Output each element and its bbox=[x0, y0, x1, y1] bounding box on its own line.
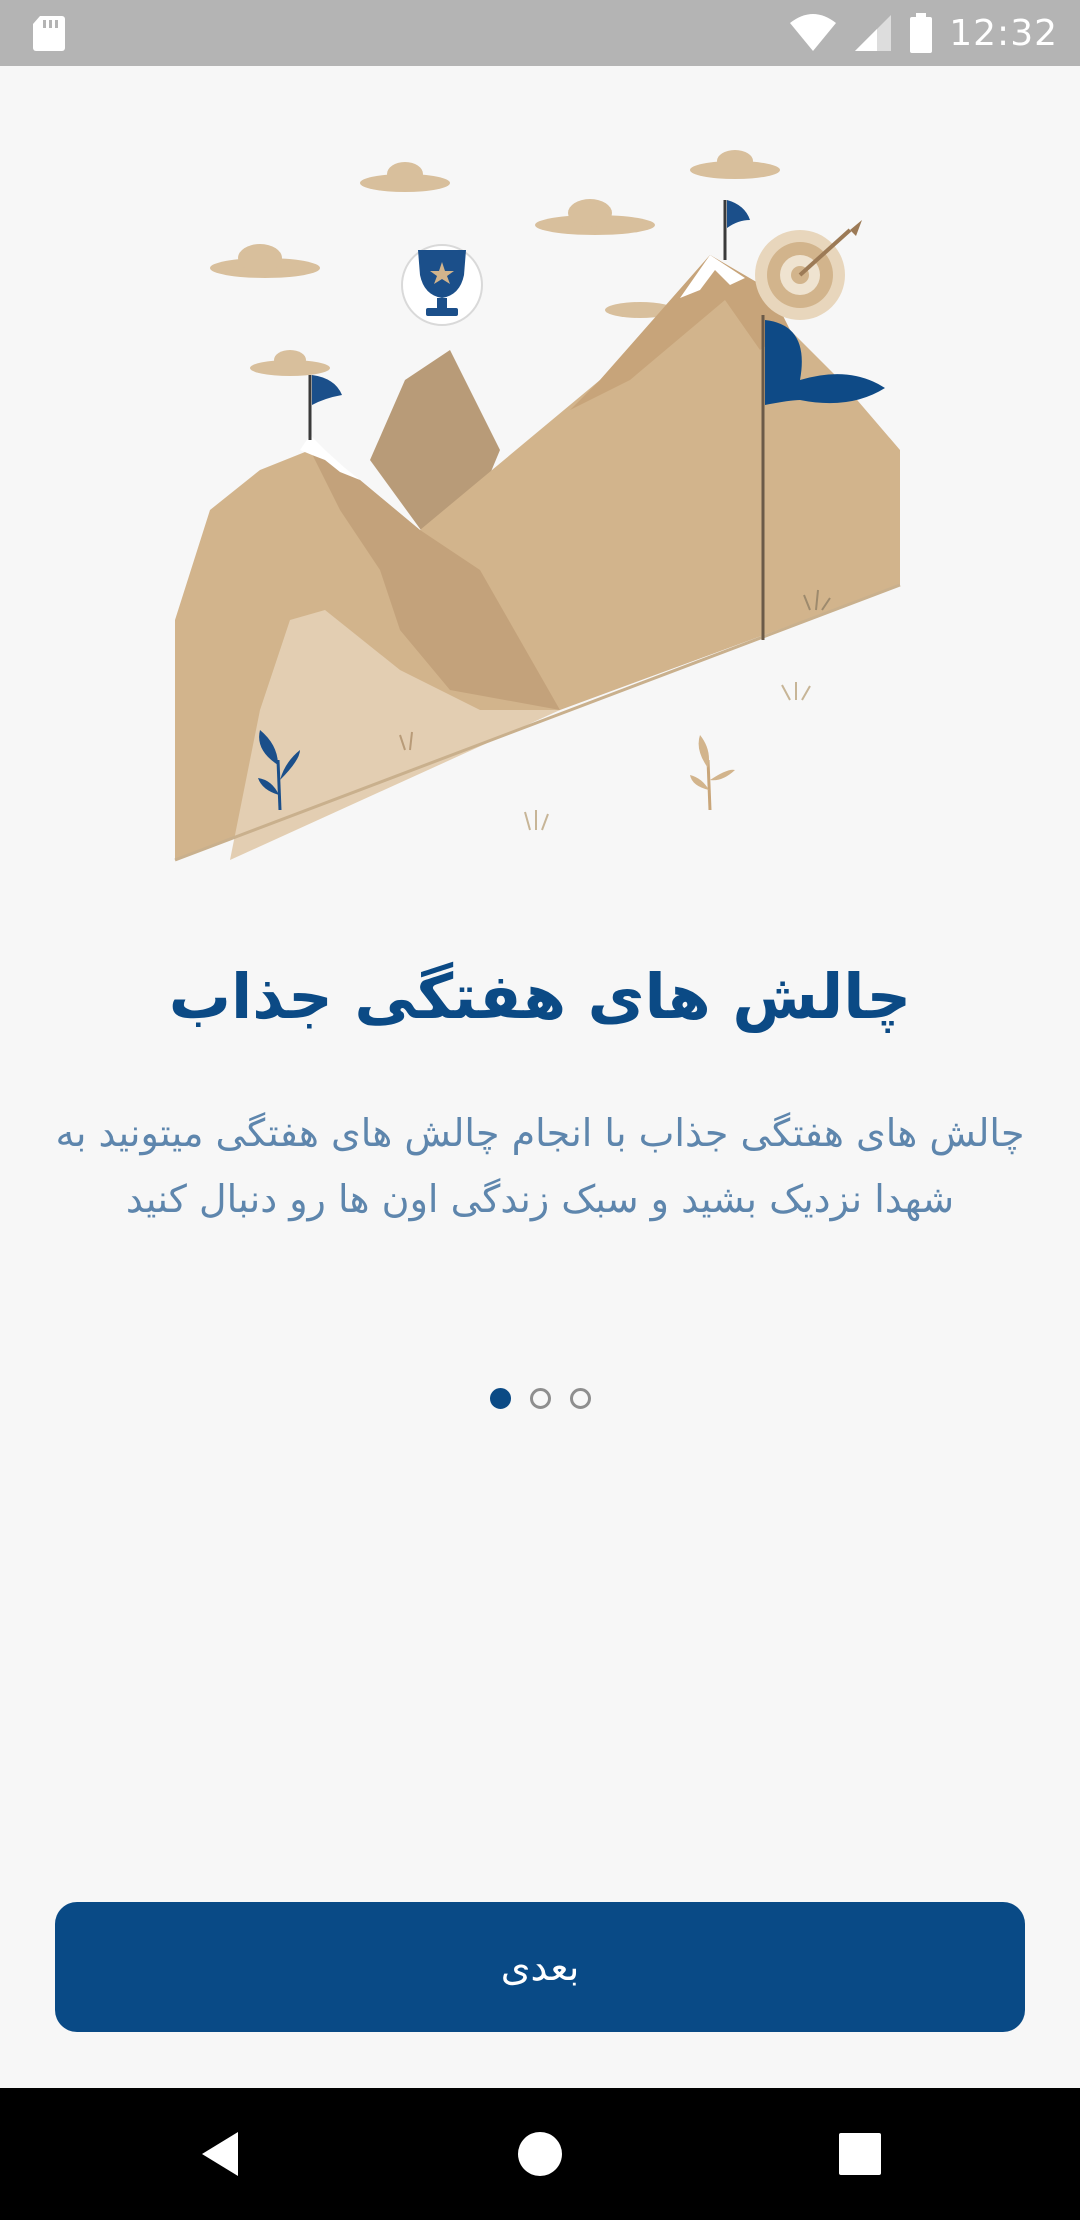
next-button[interactable]: بعدی bbox=[55, 1902, 1025, 2032]
navigation-bar bbox=[0, 2088, 1080, 2220]
mountains-flags-trophy-target-illustration bbox=[174, 150, 901, 862]
battery-icon bbox=[910, 13, 933, 53]
back-button[interactable] bbox=[160, 2088, 280, 2220]
onboarding-title: چالش های هفتگی جذاب bbox=[168, 960, 912, 1033]
page-indicator bbox=[0, 1388, 1080, 1409]
onboarding-description: چالش های هفتگی جذاب با انجام چالش های هف… bbox=[55, 1111, 1025, 1221]
plant-right-decoration bbox=[690, 735, 735, 811]
onboarding-screen: 12:32 چالش های هفتگی جذاب چالش های هفتگی… bbox=[0, 0, 1080, 2220]
recents-button[interactable] bbox=[800, 2088, 920, 2220]
page-dot-3[interactable] bbox=[569, 1388, 591, 1409]
page-dot-2[interactable] bbox=[529, 1388, 551, 1409]
recents-icon bbox=[839, 2133, 881, 2175]
wifi-icon bbox=[790, 14, 837, 51]
back-icon bbox=[202, 2132, 238, 2176]
home-button[interactable] bbox=[480, 2088, 600, 2220]
next-button-label: بعدی bbox=[500, 1945, 580, 1989]
sd-card-icon bbox=[33, 16, 65, 51]
home-icon bbox=[518, 2132, 562, 2176]
status-bar: 12:32 bbox=[0, 0, 1080, 66]
status-time: 12:32 bbox=[949, 12, 1058, 54]
status-icons: 12:32 bbox=[789, 0, 1058, 66]
signal-icon bbox=[855, 15, 892, 51]
page-dot-1[interactable] bbox=[489, 1388, 511, 1409]
